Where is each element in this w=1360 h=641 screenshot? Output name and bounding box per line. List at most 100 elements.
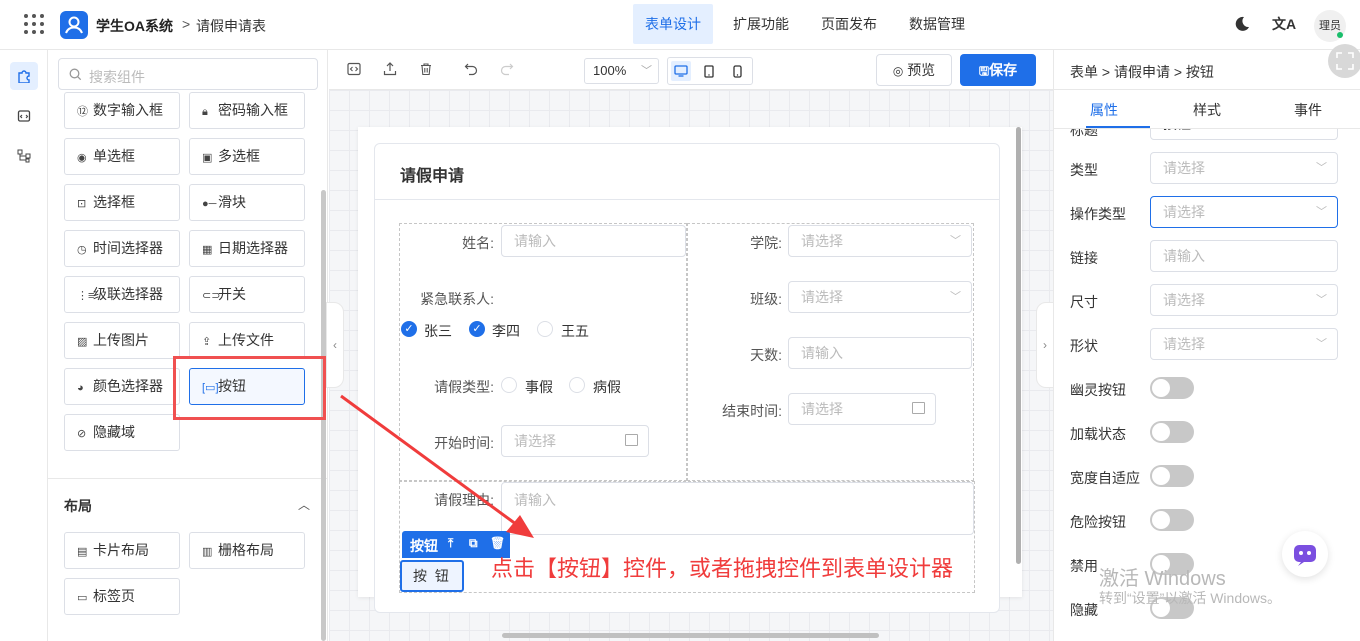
prop-size-select[interactable]: 请选择 ﹀ bbox=[1150, 284, 1338, 316]
apps-grid-icon[interactable] bbox=[24, 14, 44, 34]
desktop-icon[interactable] bbox=[671, 61, 691, 81]
chatbot-icon[interactable] bbox=[1282, 531, 1328, 577]
prop-disabled-label: 禁用 bbox=[1070, 558, 1098, 574]
zoom-select[interactable]: 100% ﹀ bbox=[584, 58, 659, 84]
fullscreen-icon[interactable] bbox=[1328, 44, 1360, 78]
redo-icon[interactable] bbox=[499, 62, 515, 78]
prop-type-label: 类型 bbox=[1070, 162, 1098, 178]
reason-textarea[interactable]: 请输入 bbox=[501, 482, 974, 535]
online-dot bbox=[1337, 32, 1343, 38]
card-divider bbox=[375, 199, 999, 200]
tree-icon[interactable] bbox=[10, 142, 38, 170]
nav-form-design[interactable]: 表单设计 bbox=[633, 4, 713, 44]
comp-cascader[interactable]: ⋮≡级联选择器 bbox=[64, 276, 180, 313]
comp-upload-file[interactable]: ⇪ 上传文件 bbox=[189, 322, 305, 359]
delete-icon[interactable] bbox=[418, 62, 434, 78]
import-icon[interactable] bbox=[382, 62, 398, 78]
class-select[interactable]: 请选择 ﹀ bbox=[788, 281, 972, 313]
name-input[interactable]: 请输入 bbox=[501, 225, 686, 257]
days-input[interactable]: 请输入 bbox=[788, 337, 972, 369]
tab-events[interactable]: 事件 bbox=[1294, 100, 1322, 120]
top-bar: 学生OA系统 > 请假申请表 表单设计 扩展功能 页面发布 数据管理 文A 理员 bbox=[0, 0, 1360, 50]
start-time-picker[interactable]: 请选择 bbox=[501, 425, 649, 457]
prop-title-input[interactable]: 按钮 bbox=[1150, 129, 1338, 140]
radio-empty[interactable] bbox=[569, 377, 585, 393]
comp-password-input[interactable]: 🔒︎ 密码输入框 bbox=[189, 92, 305, 129]
save-label: 保存 bbox=[989, 62, 1018, 78]
nav-extensions[interactable]: 扩展功能 bbox=[721, 4, 801, 44]
save-button[interactable]: 🖫︎保存 bbox=[960, 54, 1036, 86]
comp-switch[interactable]: ⊂⊃开关 bbox=[189, 276, 305, 313]
layout-section-title[interactable]: 布局 bbox=[64, 496, 92, 516]
breadcrumb[interactable]: 请假申请表 bbox=[196, 16, 266, 36]
layout-card[interactable]: ▤ 卡片布局 bbox=[64, 532, 180, 569]
mobile-icon[interactable] bbox=[727, 61, 747, 81]
check-icon[interactable]: ✓ bbox=[401, 321, 417, 337]
copy-icon[interactable]: ⧉ bbox=[469, 536, 478, 551]
prop-size-label: 尺寸 bbox=[1070, 294, 1098, 310]
prop-danger-switch[interactable] bbox=[1150, 509, 1194, 531]
comp-radio[interactable]: ◉ 单选框 bbox=[64, 138, 180, 175]
comp-number-input[interactable]: ⑫ 数字输入框 bbox=[64, 92, 180, 129]
form-button-widget[interactable]: 按 钮 bbox=[400, 560, 464, 592]
cascader-icon: ⋮≡ bbox=[77, 290, 95, 302]
eye-off-icon: ⊘ bbox=[77, 428, 87, 440]
translate-icon[interactable]: 文A bbox=[1272, 14, 1296, 34]
nav-data-management[interactable]: 数据管理 bbox=[897, 4, 977, 44]
collapse-left-button[interactable]: ‹ bbox=[326, 302, 344, 388]
class-placeholder: 请选择 bbox=[801, 289, 843, 305]
comp-hidden-field[interactable]: ⊘ 隐藏域 bbox=[64, 414, 180, 451]
comp-slider[interactable]: ●─ 滑块 bbox=[189, 184, 305, 221]
avatar[interactable]: 理员 bbox=[1314, 10, 1346, 42]
radio-empty[interactable] bbox=[501, 377, 517, 393]
prop-type-select[interactable]: 请选择 ﹀ bbox=[1150, 152, 1338, 184]
comp-time-picker[interactable]: ◷ 时间选择器 bbox=[64, 230, 180, 267]
canvas-scrollbar-vertical[interactable] bbox=[1016, 127, 1021, 564]
prop-ghost-switch[interactable] bbox=[1150, 377, 1194, 399]
contact-option[interactable]: 张三 bbox=[424, 321, 452, 341]
tablet-icon[interactable] bbox=[699, 61, 719, 81]
prop-action-select[interactable]: 请选择 ﹀ bbox=[1150, 196, 1338, 228]
layout-tabs[interactable]: ▭ 标签页 bbox=[64, 578, 180, 615]
prop-shape-select[interactable]: 请选择 ﹀ bbox=[1150, 328, 1338, 360]
code-view-icon[interactable] bbox=[346, 62, 362, 78]
component-search-input[interactable]: 搜索组件 bbox=[58, 58, 318, 90]
contact-option[interactable]: 李四 bbox=[492, 321, 520, 341]
app-title: 学生OA系统 bbox=[96, 18, 173, 34]
prop-link-input[interactable]: 请输入 bbox=[1150, 240, 1338, 272]
comp-label: 多选框 bbox=[218, 148, 260, 164]
move-top-icon[interactable]: ⤒ bbox=[448, 536, 453, 551]
contact-option[interactable]: 王五 bbox=[561, 321, 589, 341]
checkbox-icon: ▣ bbox=[202, 152, 213, 164]
trash-icon[interactable]: 🗑︎ bbox=[490, 536, 505, 550]
comp-upload-image[interactable]: ▨ 上传图片 bbox=[64, 322, 180, 359]
dark-mode-icon[interactable] bbox=[1232, 15, 1250, 36]
leave-type-option[interactable]: 病假 bbox=[593, 377, 621, 397]
prop-block-switch[interactable] bbox=[1150, 465, 1194, 487]
tab-styles[interactable]: 样式 bbox=[1193, 100, 1221, 120]
leave-type-option[interactable]: 事假 bbox=[525, 377, 553, 397]
comp-date-picker[interactable]: ▦ 日期选择器 bbox=[189, 230, 305, 267]
comp-select[interactable]: ⊡ 选择框 bbox=[64, 184, 180, 221]
code-icon[interactable] bbox=[10, 102, 38, 130]
end-time-picker[interactable]: 请选择 bbox=[788, 393, 936, 425]
chevron-up-icon[interactable]: ︿ bbox=[298, 496, 310, 513]
puzzle-icon[interactable] bbox=[10, 62, 38, 90]
preview-button[interactable]: ◎ 预览 bbox=[876, 54, 952, 86]
layout-grid[interactable]: ▥ 栅格布局 bbox=[189, 532, 305, 569]
college-select[interactable]: 请选择 ﹀ bbox=[788, 225, 972, 257]
comp-color-picker[interactable]: ◕ 颜色选择器 bbox=[64, 368, 180, 405]
tab-properties[interactable]: 属性 bbox=[1090, 100, 1118, 120]
checkbox-empty[interactable] bbox=[537, 321, 553, 337]
collapse-right-button[interactable]: › bbox=[1036, 302, 1054, 388]
undo-icon[interactable] bbox=[463, 62, 479, 78]
prop-loading-label: 加载状态 bbox=[1070, 426, 1126, 442]
canvas-scrollbar-horizontal[interactable] bbox=[502, 633, 879, 638]
nav-page-publish[interactable]: 页面发布 bbox=[809, 4, 889, 44]
prop-loading-switch[interactable] bbox=[1150, 421, 1194, 443]
chevron-left-icon: ‹ bbox=[333, 338, 337, 352]
check-icon[interactable]: ✓ bbox=[469, 321, 485, 337]
image-icon: ▨ bbox=[77, 336, 88, 348]
comp-checkbox[interactable]: ▣ 多选框 bbox=[189, 138, 305, 175]
chevron-down-icon: ﹀ bbox=[1316, 294, 1327, 306]
